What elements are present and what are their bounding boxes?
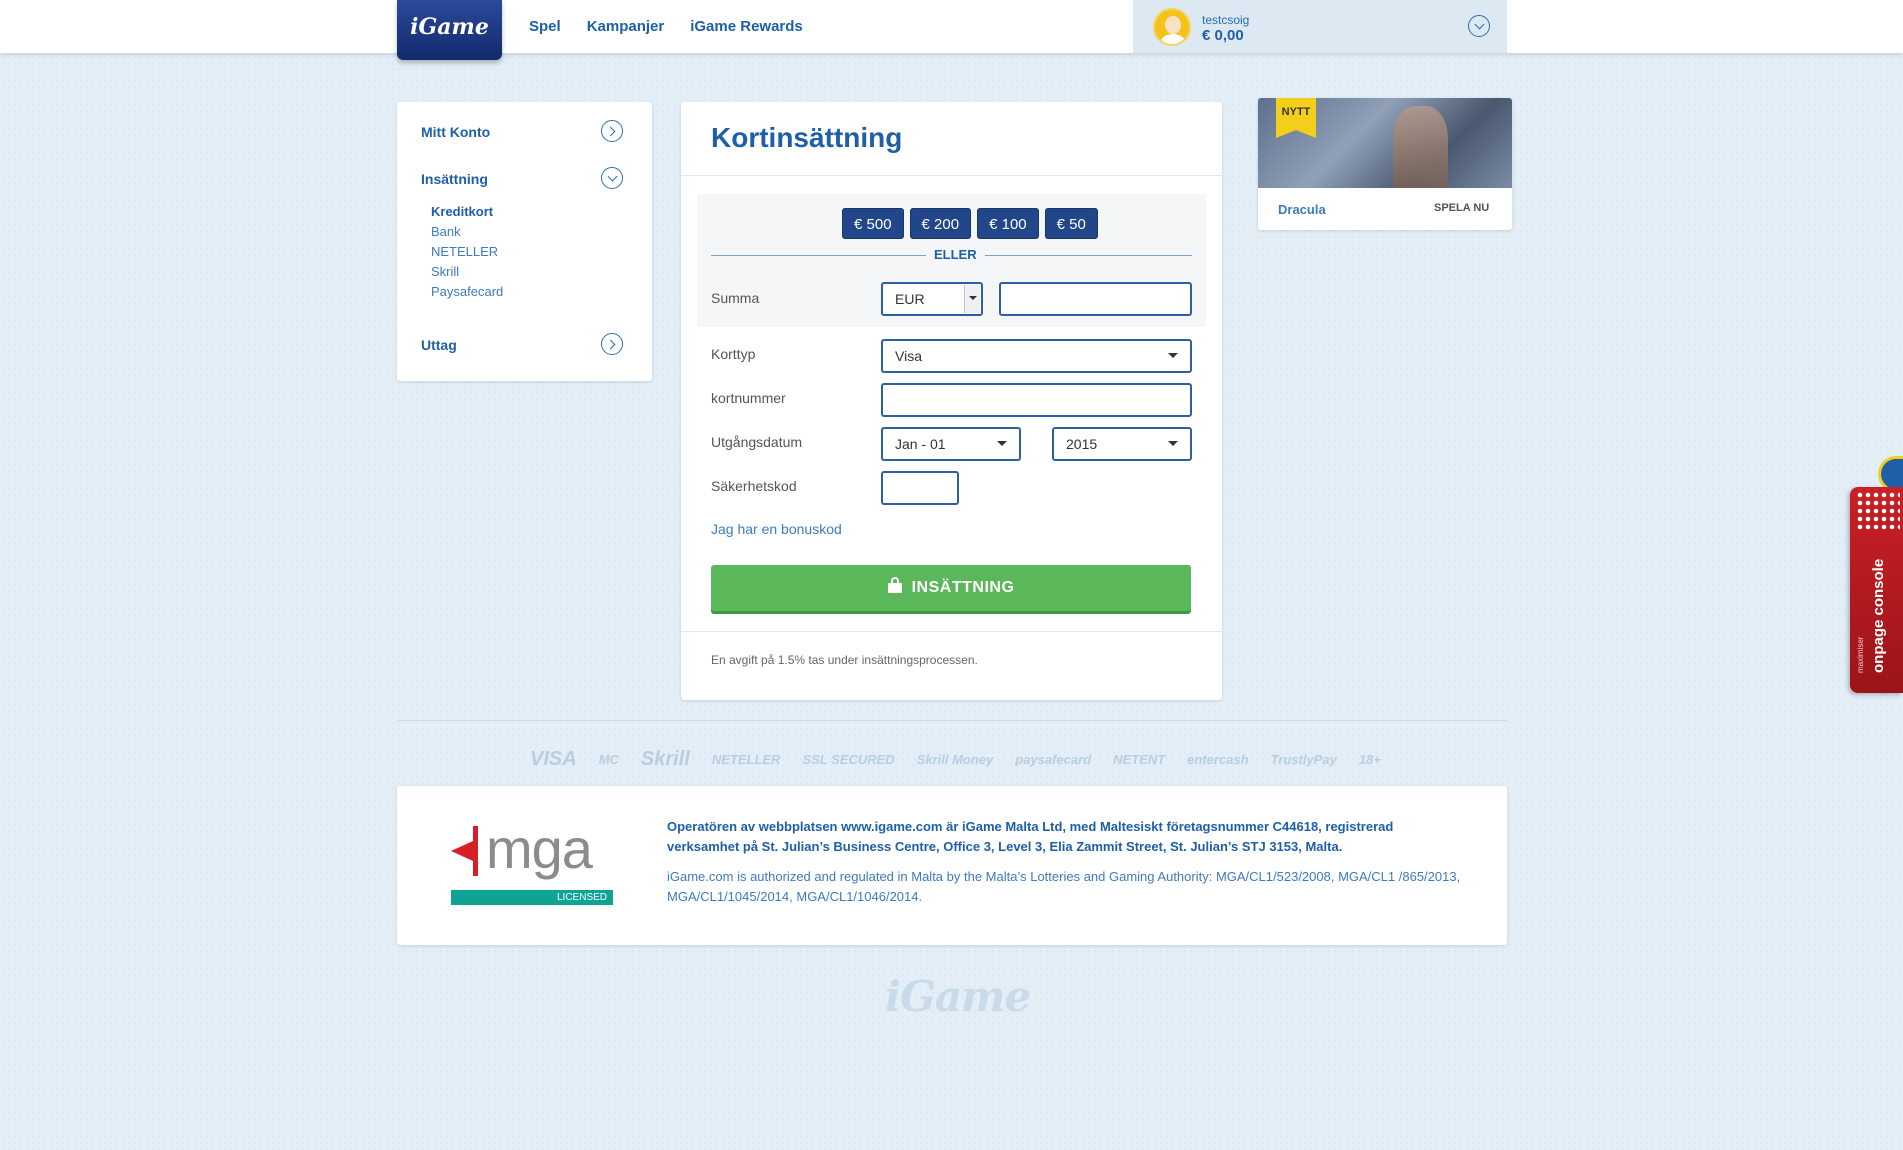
game-promo[interactable]: NYTT Dracula SPELA NU [1258, 98, 1512, 230]
mastercard-logo: MC [598, 752, 619, 767]
visa-logo: VISA [530, 748, 577, 770]
preset-200-button[interactable]: € 200 [909, 208, 972, 239]
lock-icon [887, 577, 902, 593]
sidebar-item-mitt-konto[interactable]: Mitt Konto [421, 120, 623, 142]
divider [681, 631, 1222, 632]
top-bar: iGame Spel Kampanjer iGame Rewards testc… [0, 0, 1903, 60]
neteller-logo: NETELLER [711, 752, 781, 767]
currency-dropdown-button[interactable] [964, 285, 980, 313]
netent-logo: NETENT [1113, 752, 1166, 767]
card-type-value: Visa [895, 348, 922, 364]
igame-logo[interactable]: iGame [397, 0, 502, 60]
skrill-money-logo: Skrill Money [916, 752, 994, 767]
mga-logo[interactable]: mga LICENSED [451, 817, 613, 906]
preset-50-button[interactable]: € 50 [1044, 208, 1098, 239]
kortnummer-label: kortnummer [711, 390, 786, 406]
sakerhetskod-label: Säkerhetskod [711, 478, 797, 494]
game-name[interactable]: Dracula [1278, 202, 1326, 217]
play-now-link[interactable]: SPELA NU [1434, 202, 1489, 214]
footer-logo: iGame [885, 972, 1031, 1021]
card-type-select[interactable]: Visa [881, 339, 1192, 373]
chevron-down-icon[interactable] [1468, 15, 1490, 37]
user-name: testcsoig [1202, 13, 1250, 27]
expiry-year-value: 2015 [1066, 436, 1098, 452]
trustly-logo: TrustlyPay [1270, 752, 1337, 767]
caret-down-icon [997, 441, 1007, 446]
caret-down-icon [1168, 353, 1178, 358]
avatar [1153, 8, 1191, 46]
preset-amounts: € 500 € 200 € 100 € 50 [842, 208, 1098, 239]
currency-select[interactable]: EUR [881, 282, 983, 316]
console-title: onpage console [1870, 558, 1887, 673]
chevron-right-icon[interactable] [601, 333, 623, 355]
sidebar-sub-skrill[interactable]: Skrill [431, 262, 503, 282]
expiry-month-select[interactable]: Jan - 01 [881, 427, 1021, 461]
user-balance: € 0,00 [1202, 27, 1244, 44]
sidebar-item-label: Insättning [421, 171, 488, 187]
preset-100-button[interactable]: € 100 [977, 208, 1039, 239]
character-illustration [1393, 106, 1448, 188]
divider [397, 720, 1507, 721]
nav-igame-rewards[interactable]: iGame Rewards [690, 18, 803, 35]
user-panel[interactable]: testcsoig € 0,00 [1133, 0, 1507, 53]
skrill-logo: Skrill [640, 748, 690, 770]
new-badge: NYTT [1276, 98, 1316, 138]
sidebar-submenu: Kreditkort Bank NETELLER Skrill Paysafec… [431, 202, 503, 302]
expiry-year-select[interactable]: 2015 [1052, 427, 1192, 461]
security-code-input[interactable] [881, 471, 959, 505]
sidebar-item-uttag[interactable]: Uttag [421, 333, 623, 355]
legal-box: mga LICENSED Operatören av webbplatsen w… [397, 786, 1507, 945]
sidebar-sub-paysafecard[interactable]: Paysafecard [431, 282, 503, 302]
age-limit-logo: 18+ [1358, 752, 1381, 767]
onpage-console-widget[interactable]: maximiser onpage console [1850, 487, 1903, 693]
korttyp-label: Korttyp [711, 346, 756, 362]
amount-input[interactable] [999, 282, 1192, 316]
submit-label: INSÄTTNING [911, 579, 1015, 596]
sidebar-sub-neteller[interactable]: NETELLER [431, 242, 503, 262]
chevron-down-icon[interactable] [601, 167, 623, 189]
sidebar-item-insattning[interactable]: Insättning [421, 167, 623, 189]
page-title: Kortinsättning [711, 122, 903, 153]
expiry-month-value: Jan - 01 [895, 436, 946, 452]
preset-500-button[interactable]: € 500 [842, 208, 904, 239]
main-nav: Spel Kampanjer iGame Rewards [529, 18, 803, 35]
sidebar-item-label: Mitt Konto [421, 124, 491, 140]
caret-down-icon [1168, 441, 1178, 446]
bonus-code-link[interactable]: Jag har en bonuskod [711, 521, 842, 537]
sidebar-item-label: Uttag [421, 337, 457, 353]
entercash-logo: entercash [1187, 752, 1249, 767]
mga-mark-icon [451, 826, 481, 876]
license-info: iGame.com is authorized and regulated in… [667, 869, 1461, 904]
ssl-secured-logo: SSL SECURED [802, 752, 895, 767]
divider [681, 175, 1222, 176]
nav-kampanjer[interactable]: Kampanjer [587, 18, 665, 35]
account-sidebar: Mitt Konto Insättning Kreditkort Bank NE… [397, 102, 652, 381]
nav-spel[interactable]: Spel [529, 18, 561, 35]
console-subtitle: maximiser [1856, 636, 1865, 673]
deposit-card: Kortinsättning € 500 € 200 € 100 € 50 EL… [681, 102, 1222, 700]
utgangsdatum-label: Utgångsdatum [711, 434, 803, 450]
fee-note: En avgift på 1.5% tas under insättningsp… [711, 653, 978, 667]
chevron-right-icon[interactable] [601, 120, 623, 142]
summa-label: Summa [711, 290, 760, 306]
operator-info: Operatören av webbplatsen www.igame.com … [667, 819, 1394, 854]
mga-licensed: LICENSED [451, 890, 613, 905]
or-label: ELLER [926, 247, 985, 262]
game-thumbnail[interactable]: NYTT [1258, 98, 1512, 188]
payment-logos: VISA MC Skrill NETELLER SSL SECURED Skri… [530, 748, 1381, 771]
sidebar-sub-bank[interactable]: Bank [431, 222, 503, 242]
paysafecard-logo: paysafecard [1015, 752, 1092, 767]
currency-value: EUR [895, 291, 925, 307]
card-number-input[interactable] [881, 383, 1192, 417]
mga-text: mga [486, 817, 593, 880]
console-pattern [1856, 491, 1900, 531]
deposit-submit-button[interactable]: INSÄTTNING [711, 565, 1191, 611]
sidebar-sub-kreditkort[interactable]: Kreditkort [431, 202, 503, 222]
caret-down-icon [969, 296, 977, 300]
